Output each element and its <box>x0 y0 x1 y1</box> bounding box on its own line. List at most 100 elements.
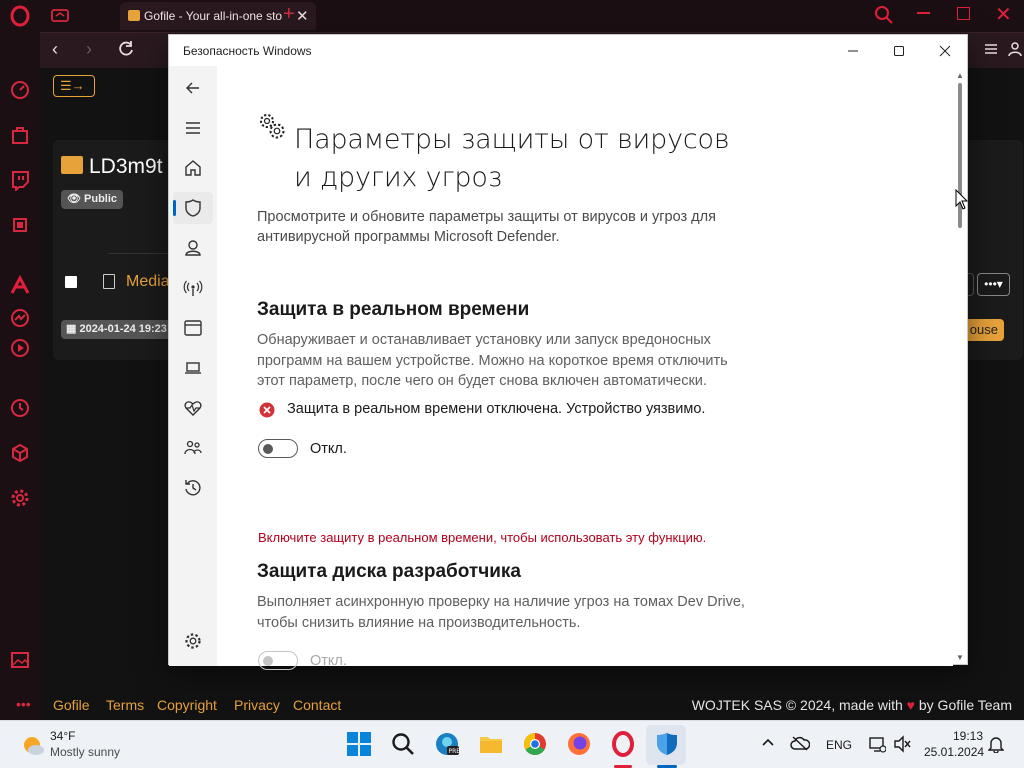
weather-description[interactable]: Mostly sunny <box>50 745 120 759</box>
window-title: Безопасность Windows <box>183 44 312 58</box>
aria-icon[interactable] <box>9 274 31 296</box>
security-content: Параметры защиты от вирусов и других угр… <box>217 66 953 670</box>
toggle-knob <box>263 655 273 666</box>
mouse-cursor-icon <box>955 189 969 211</box>
date-badge: ▦ 2024-01-24 19:23 <box>61 320 172 339</box>
nav-active-marker <box>173 200 176 216</box>
window-maximize-button[interactable] <box>876 35 922 66</box>
onedrive-cloud-icon[interactable] <box>790 735 810 751</box>
scroll-up-arrow-icon[interactable]: ▲ <box>956 71 964 80</box>
network-icon[interactable] <box>868 735 886 753</box>
device-security-laptop-icon[interactable] <box>182 357 204 379</box>
family-options-icon[interactable] <box>182 437 204 459</box>
restore-icon[interactable] <box>957 7 970 20</box>
firewall-network-icon[interactable] <box>182 277 204 299</box>
volume-muted-icon[interactable] <box>893 735 911 753</box>
devdrive-heading: Защита диска разработчика <box>257 561 521 582</box>
sidebar-toggle-button[interactable]: ☰→ <box>53 75 95 97</box>
cpu-icon[interactable] <box>9 214 31 236</box>
browser-close-icon[interactable]: ✕ <box>995 2 1012 27</box>
forward-icon[interactable]: › <box>86 39 92 60</box>
profile-icon[interactable] <box>1008 42 1022 56</box>
settings-gears-icon <box>257 111 287 141</box>
footer-credit: WOJTEK SAS © 2024, made with ♥ by Gofile… <box>692 697 1012 713</box>
new-tab-plus-icon[interactable]: + <box>283 3 295 26</box>
settings-gear-icon[interactable] <box>9 487 31 509</box>
history-icon[interactable] <box>9 397 31 419</box>
edge-dev-icon[interactable]: PRE <box>434 731 460 757</box>
devdrive-toggle[interactable] <box>258 651 298 670</box>
eye-icon: 👁 <box>67 193 85 205</box>
maximize-icon <box>894 45 904 56</box>
opera-logo-icon[interactable] <box>9 5 31 27</box>
extensions-cube-icon[interactable] <box>9 442 31 464</box>
file-explorer-icon[interactable] <box>478 731 504 757</box>
search-tabs-icon[interactable] <box>874 5 894 25</box>
input-language[interactable]: ENG <box>826 738 852 752</box>
clock-date[interactable]: 25.01.2024 <box>924 745 984 759</box>
realtime-status: Защита в реальном времени отключена. Уст… <box>287 401 706 417</box>
device-health-heart-icon[interactable] <box>182 397 204 419</box>
speed-dial-icon[interactable] <box>9 79 31 101</box>
folder-icon <box>61 156 83 174</box>
firefox-icon[interactable] <box>566 731 592 757</box>
security-nav-rail <box>169 66 217 666</box>
account-person-icon[interactable] <box>182 237 204 259</box>
devdrive-toggle-label: Откл. <box>310 653 347 669</box>
footer-link-privacy[interactable]: Privacy <box>234 697 280 713</box>
tab-close-icon[interactable]: ✕ <box>296 7 309 25</box>
easy-setup-icon[interactable] <box>984 42 998 56</box>
footer-link-copyright[interactable]: Copyright <box>157 697 217 713</box>
search-icon[interactable] <box>390 731 416 757</box>
twitch-icon[interactable] <box>9 169 31 191</box>
nav-menu-button[interactable] <box>182 117 204 139</box>
weather-sun-icon[interactable] <box>20 732 46 758</box>
realtime-heading: Защита в реальном времени <box>257 299 530 320</box>
app-browser-control-icon[interactable] <box>182 317 204 339</box>
content-scrollbar[interactable]: ▲ ▼ <box>955 71 965 665</box>
opera-taskbar-icon[interactable] <box>610 731 636 757</box>
notifications-bell-icon[interactable] <box>988 735 1004 753</box>
window-titlebar[interactable]: Безопасность Windows <box>169 35 967 66</box>
date-badge-text: 2024-01-24 19:23 <box>79 323 167 335</box>
shield-icon[interactable] <box>182 197 204 219</box>
footer-link-contact[interactable]: Contact <box>293 697 341 713</box>
footer-link-terms[interactable]: Terms <box>106 697 144 713</box>
shopping-bag-icon[interactable] <box>9 124 31 146</box>
toggle-knob <box>263 443 273 454</box>
windows-security-shield-icon[interactable] <box>654 731 680 757</box>
window-close-button[interactable] <box>922 35 968 66</box>
gallery-icon[interactable] <box>9 649 31 671</box>
windows-taskbar: 34°F Mostly sunny PRE ENG 19:13 25.01.20… <box>0 720 1024 768</box>
protection-history-icon[interactable] <box>182 477 204 499</box>
weather-temperature[interactable]: 34°F <box>50 729 75 743</box>
reload-icon[interactable] <box>117 40 135 58</box>
nav-back-button[interactable] <box>182 77 204 99</box>
tray-overflow-chevron-icon[interactable] <box>761 735 775 749</box>
back-icon[interactable]: ‹ <box>52 39 58 60</box>
window-minimize-button[interactable] <box>830 35 876 66</box>
minimize-icon[interactable] <box>917 12 930 14</box>
home-icon[interactable] <box>182 157 204 179</box>
clock-time[interactable]: 19:13 <box>953 729 983 743</box>
more-dots-icon[interactable]: ••• <box>16 696 31 712</box>
opera-sidebar: ••• <box>0 0 40 720</box>
messenger-icon[interactable] <box>9 307 31 329</box>
footer-link-gofile[interactable]: Gofile <box>53 697 90 713</box>
file-name-link[interactable]: Media <box>126 273 170 291</box>
player-icon[interactable] <box>9 337 31 359</box>
devdrive-description: Выполняет асинхронную проверку на наличи… <box>257 594 745 631</box>
tab-title: Gofile - Your all-in-one sto <box>144 9 283 23</box>
public-badge: 👁 Public <box>61 190 124 209</box>
tab-island-icon[interactable] <box>51 7 69 23</box>
minimize-icon <box>848 50 858 51</box>
scroll-down-arrow-icon[interactable]: ▼ <box>956 653 964 662</box>
start-windows-icon[interactable] <box>346 731 372 757</box>
browser-tab-bar: Gofile - Your all-in-one sto ✕ + ✕ <box>40 0 1024 32</box>
file-select-checkbox[interactable] <box>65 276 77 288</box>
realtime-toggle[interactable] <box>258 439 298 458</box>
devdrive-warning: Включите защиту в реальном времени, чтоб… <box>258 530 707 545</box>
file-actions-dropdown[interactable]: •••▾ <box>977 273 1010 296</box>
chrome-icon[interactable] <box>522 731 548 757</box>
nav-settings-gear-icon[interactable] <box>182 630 204 652</box>
